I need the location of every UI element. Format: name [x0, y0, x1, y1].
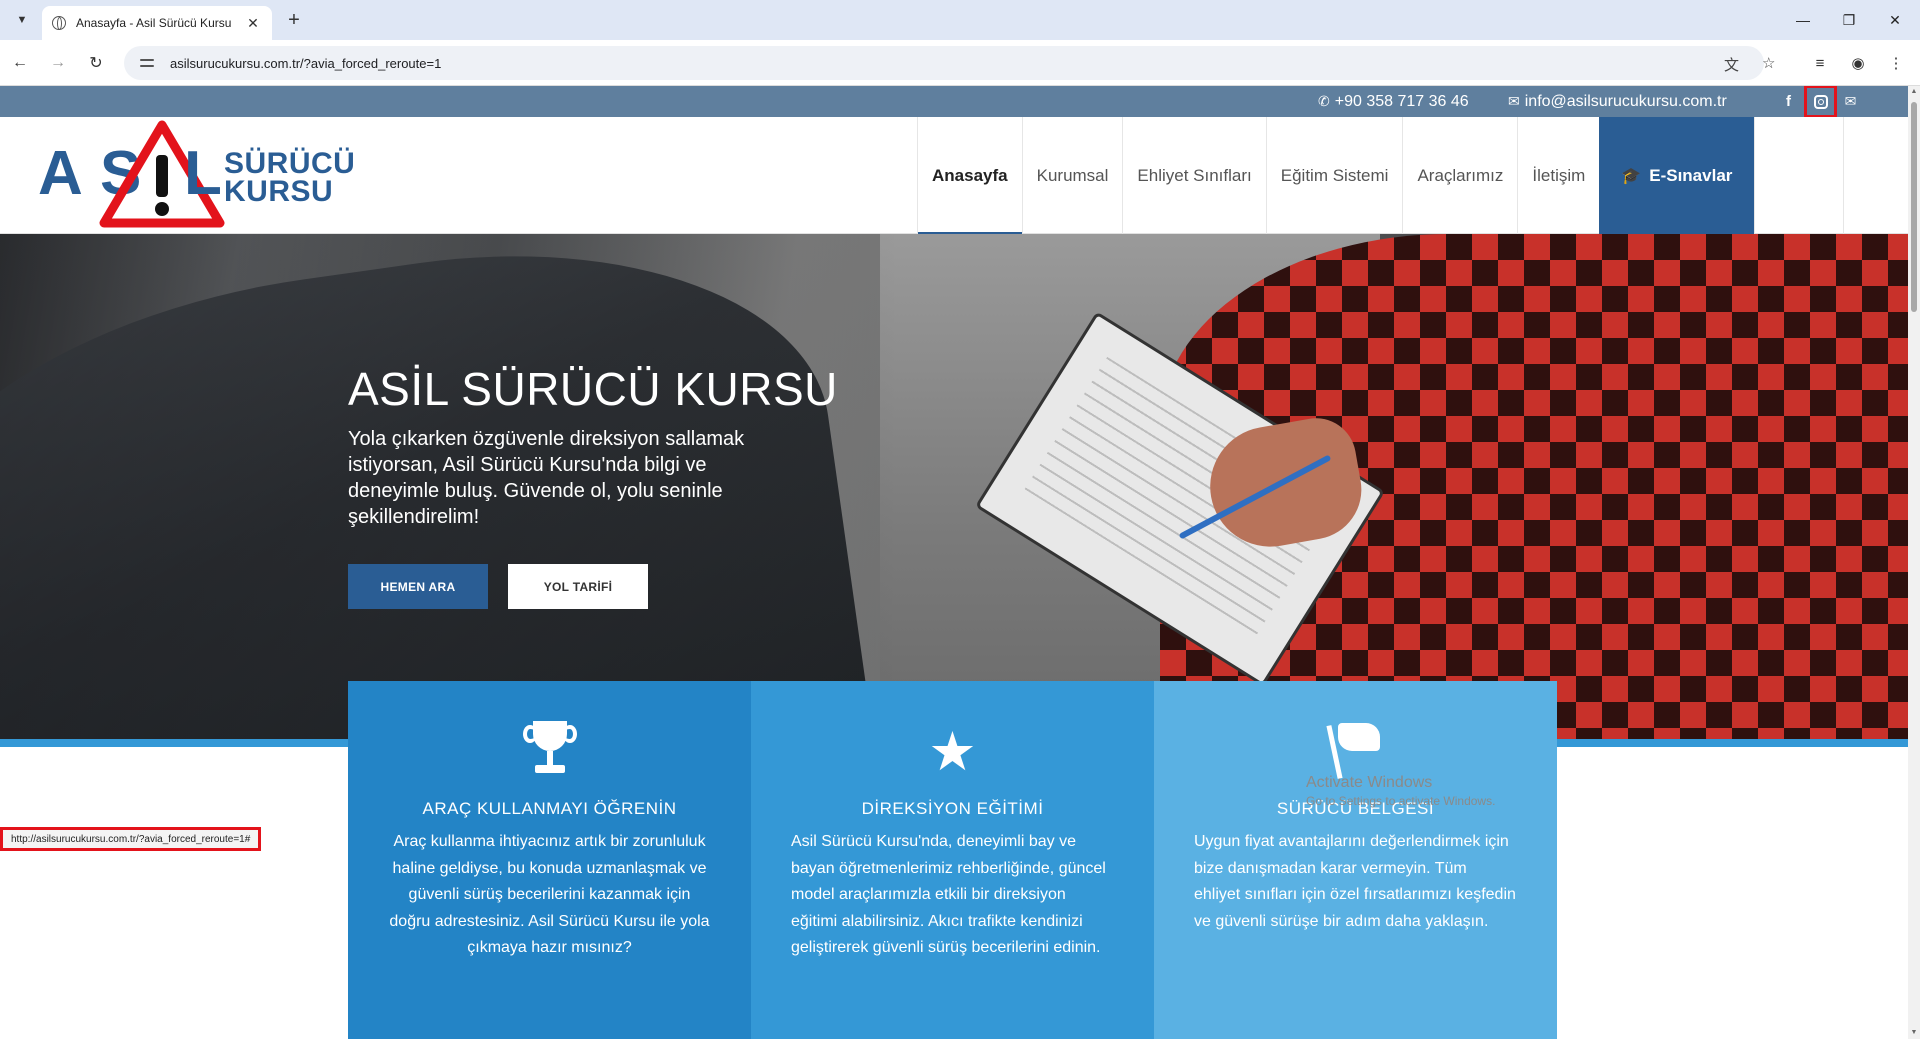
- link-status-bubble: http://asilsurucukursu.com.tr/?avia_forc…: [0, 827, 262, 851]
- feature-box-learn-driving: ARAÇ KULLANMAYI ÖĞRENİN Araç kullanma ih…: [348, 681, 751, 1039]
- nav-item-araclarimiz[interactable]: Araçlarımız: [1402, 117, 1517, 234]
- watermark-title: Activate Windows: [1306, 774, 1433, 791]
- feature-icon-wrap: [1194, 721, 1517, 781]
- restore-window-icon[interactable]: ❐: [1826, 8, 1872, 32]
- close-window-icon[interactable]: ✕: [1872, 8, 1918, 32]
- call-now-button[interactable]: HEMEN ARA: [348, 564, 488, 609]
- feature-title: ARAÇ KULLANMAYI ÖĞRENİN: [422, 799, 677, 818]
- scroll-down-arrow-icon[interactable]: ▼: [1910, 1029, 1918, 1037]
- nav-spacer: [1754, 117, 1845, 234]
- feature-text: Araç kullanma ihtiyacınız artık bir zoru…: [389, 833, 710, 956]
- instagram-icon[interactable]: [1804, 86, 1837, 118]
- topbar-email-link[interactable]: ✉ info@asilsurucukursu.com.tr: [1508, 86, 1727, 117]
- browser-menu-kebab-icon[interactable]: ⋮: [1884, 51, 1908, 75]
- globe-favicon-icon: [52, 16, 66, 30]
- nav-item-egitim-sistemi[interactable]: Eğitim Sistemi: [1265, 117, 1403, 234]
- main-navigation: Anasayfa Kurumsal Ehliyet Sınıfları Eğit…: [917, 117, 1845, 234]
- envelope-icon: ✉: [1508, 93, 1520, 109]
- feature-boxes: ARAÇ KULLANMAYI ÖĞRENİN Araç kullanma ih…: [348, 681, 1557, 1039]
- feature-title: DİREKSİYON EĞİTİMİ: [861, 799, 1044, 818]
- topbar-phone: +90 358 717 36 46: [1334, 92, 1469, 110]
- nav-item-ehliyet-siniflari[interactable]: Ehliyet Sınıfları: [1122, 117, 1265, 234]
- feature-box-driver-license: SÜRÜCÜ BELGESİ Uygun fiyat avantajlarını…: [1154, 681, 1557, 1039]
- back-arrow-icon[interactable]: ←: [8, 51, 32, 75]
- tab-search-chevron-icon[interactable]: ▼: [10, 8, 34, 32]
- new-tab-plus-icon[interactable]: +: [282, 8, 306, 32]
- facebook-icon[interactable]: f: [1776, 89, 1801, 114]
- topbar-email: info@asilsurucukursu.com.tr: [1524, 92, 1727, 110]
- nav-cta-label: E-Sınavlar: [1649, 165, 1733, 185]
- flag-icon: [1325, 721, 1384, 781]
- reload-icon[interactable]: ↻: [84, 51, 108, 75]
- feature-text: Asil Sürücü Kursu'nda, deneyimli bay ve …: [791, 833, 1106, 956]
- hero-text: Yola çıkarken özgüvenle direksiyon salla…: [348, 428, 745, 528]
- directions-button[interactable]: YOL TARİFİ: [508, 564, 648, 609]
- forward-arrow-icon[interactable]: →: [46, 51, 70, 75]
- mail-icon[interactable]: ✉: [1838, 89, 1863, 114]
- page-scrollbar[interactable]: ▲ ▼: [1908, 86, 1920, 1039]
- logo-letter-l: L: [184, 139, 222, 208]
- nav-cta-e-sinavlar[interactable]: 🎓 E-Sınavlar: [1599, 117, 1755, 234]
- site-header: A S L SÜRÜCÜ KURSU Anasayfa Kurumsal Ehl…: [0, 117, 1908, 234]
- hero-title: ASİL SÜRÜCÜ KURSU: [348, 363, 838, 415]
- star-icon: ★: [928, 721, 977, 782]
- site-logo[interactable]: A S L SÜRÜCÜ KURSU: [38, 119, 358, 231]
- minimize-window-icon[interactable]: —: [1780, 8, 1826, 32]
- translate-icon[interactable]: 文: [1724, 54, 1739, 75]
- browser-tab-strip: ▼ Anasayfa - Asil Sürücü Kursu ✕ + — ❐ ✕: [0, 0, 1920, 40]
- feature-box-steering-training: ★ DİREKSİYON EĞİTİMİ Asil Sürücü Kursu'n…: [751, 681, 1154, 1039]
- nav-item-iletisim[interactable]: İletişim: [1517, 117, 1599, 234]
- browser-tab-active[interactable]: Anasayfa - Asil Sürücü Kursu ✕: [42, 6, 272, 40]
- scroll-up-arrow-icon[interactable]: ▲: [1910, 88, 1918, 96]
- site-info-icon[interactable]: [138, 56, 156, 70]
- feature-icon-wrap: [388, 721, 711, 781]
- reading-list-icon[interactable]: ≡: [1808, 51, 1832, 75]
- phone-icon: ✆: [1318, 93, 1330, 109]
- nav-item-kurumsal[interactable]: Kurumsal: [1021, 117, 1123, 234]
- trophy-icon: [522, 721, 577, 781]
- logo-line-2: KURSU: [224, 175, 334, 208]
- tab-title: Anasayfa - Asil Sürücü Kursu: [76, 16, 232, 30]
- windows-activation-watermark: Activate Windows Go to Settings to activ…: [1306, 774, 1495, 808]
- watermark-subtitle: Go to Settings to activate Windows.: [1306, 794, 1496, 808]
- bookmark-star-icon[interactable]: ☆: [1762, 54, 1775, 72]
- logo-letter-a: A: [38, 139, 83, 208]
- address-bar[interactable]: asilsurucukursu.com.tr/?avia_forced_rero…: [124, 46, 1775, 80]
- tab-close-icon[interactable]: ✕: [244, 15, 262, 32]
- browser-toolbar: ← → ↻ asilsurucukursu.com.tr/?avia_force…: [0, 40, 1920, 86]
- scrollbar-thumb[interactable]: [1911, 102, 1917, 312]
- profile-avatar-icon[interactable]: ◉: [1846, 51, 1870, 75]
- address-url[interactable]: asilsurucukursu.com.tr/?avia_forced_rero…: [170, 56, 441, 71]
- graduation-cap-icon: 🎓: [1621, 167, 1642, 185]
- instagram-glyph: [1813, 94, 1828, 109]
- page-viewport: ✆ +90 358 717 36 46 ✉ info@asilsurucukur…: [0, 86, 1908, 1039]
- nav-item-anasayfa[interactable]: Anasayfa: [917, 117, 1022, 234]
- hero-banner: ASİL SÜRÜCÜ KURSU Yola çıkarken özgüvenl…: [0, 234, 1908, 739]
- topbar-phone-link[interactable]: ✆ +90 358 717 36 46: [1318, 86, 1469, 117]
- site-topbar: ✆ +90 358 717 36 46 ✉ info@asilsurucukur…: [0, 86, 1908, 118]
- feature-text: Uygun fiyat avantajlarını değerlendirmek…: [1194, 833, 1516, 930]
